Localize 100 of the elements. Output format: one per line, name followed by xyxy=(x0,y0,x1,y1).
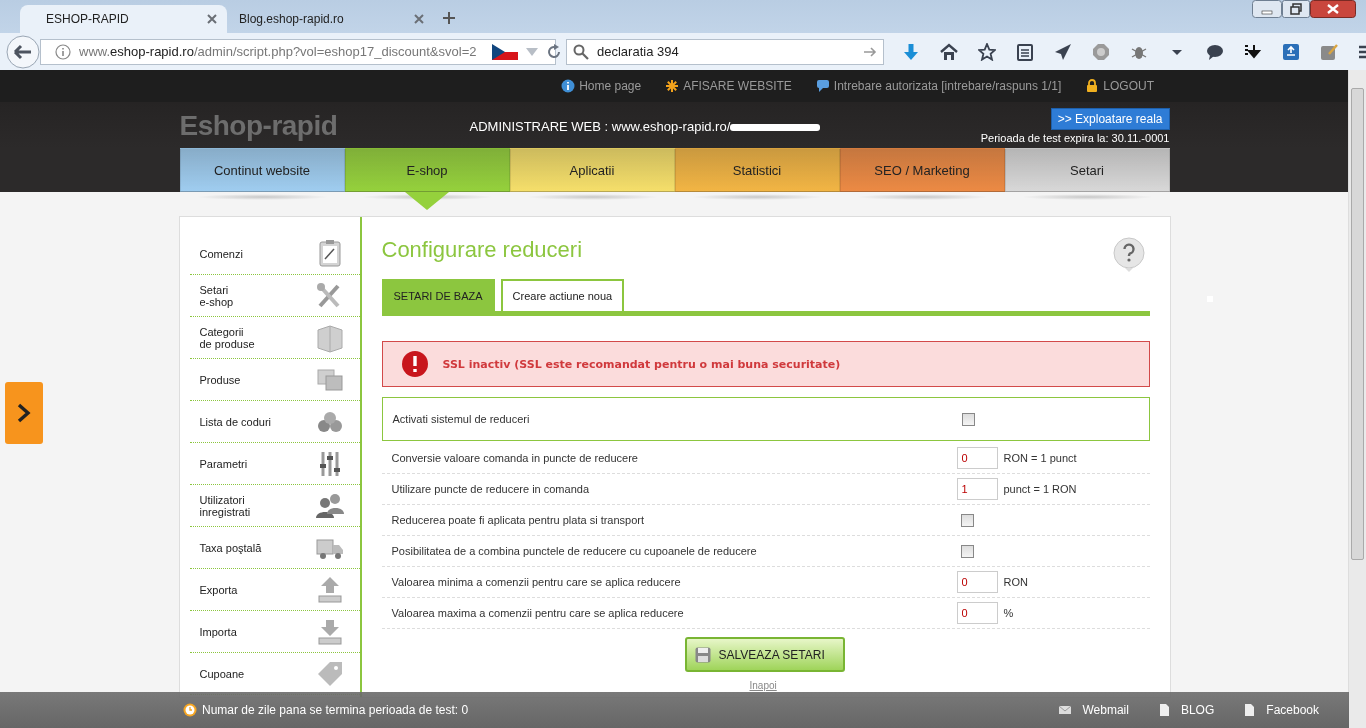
input-field[interactable]: 1 xyxy=(956,478,998,500)
list-icon[interactable] xyxy=(1016,42,1034,61)
info-icon xyxy=(55,43,71,60)
flag-icon xyxy=(492,43,519,60)
nav-tab[interactable]: SEO / Marketing xyxy=(839,148,1005,192)
unit-label: RON xyxy=(1003,576,1028,588)
sidebar-item-label: Lista de coduri xyxy=(199,415,272,428)
tab[interactable]: Creare actiune noua xyxy=(500,279,625,311)
sidebar-item[interactable]: Produse xyxy=(189,359,360,401)
scrollbar[interactable] xyxy=(1348,70,1366,728)
header-link[interactable]: Home page xyxy=(561,79,642,93)
input-field[interactable]: 0 xyxy=(956,602,998,624)
sidebar-item[interactable]: Comenzi xyxy=(189,233,360,275)
maximize-icon[interactable] xyxy=(1282,0,1310,18)
nav-tab[interactable]: Continut website xyxy=(179,148,345,192)
notepad-icon[interactable] xyxy=(1320,42,1338,61)
new-tab-icon[interactable] xyxy=(442,11,456,25)
unit-label: % xyxy=(1003,607,1014,619)
arrow-right-icon[interactable] xyxy=(863,45,877,58)
input-field[interactable]: 0 xyxy=(956,447,998,469)
test-expiry-text: Perioada de test expira la: 30.11.-0001 xyxy=(980,132,1170,144)
back-icon[interactable] xyxy=(6,34,40,69)
sidebar-item[interactable]: Setari e-shop xyxy=(189,275,360,317)
tab[interactable]: SETARI DE BAZA xyxy=(381,279,495,311)
checkbox[interactable] xyxy=(960,544,974,558)
setting-label: Valoarea maxima a comenzii pentru care se aplica reducere xyxy=(391,607,685,619)
info-icon xyxy=(561,79,576,93)
clock-icon xyxy=(183,703,197,717)
download-icon[interactable] xyxy=(902,42,920,61)
lock-icon xyxy=(1085,79,1100,93)
sidebar-item-label: Produse xyxy=(199,373,241,386)
setting-label: Utilizare puncte de reducere in comanda xyxy=(391,483,590,495)
paper-plane-icon[interactable] xyxy=(1054,42,1072,61)
sidebar-item[interactable]: Exporta xyxy=(189,569,360,611)
sidebar-item-label: Cupoane xyxy=(199,667,245,680)
scroll-thumb[interactable] xyxy=(1351,88,1364,560)
search-icon xyxy=(573,43,589,60)
setting-label: Reducerea poate fi aplicata pentru plata si transport xyxy=(391,514,646,526)
reload-icon[interactable] xyxy=(546,43,563,60)
back-link[interactable]: Inapoi xyxy=(749,680,777,691)
close-icon[interactable] xyxy=(207,14,217,24)
page-title: Configurare reduceri xyxy=(381,237,583,263)
sidebar-item-label: Parametri xyxy=(199,457,248,470)
sidebar-item-label: Comenzi xyxy=(199,247,243,260)
pointer-arrow-icon xyxy=(405,192,449,210)
nav-tab[interactable]: E-shop xyxy=(344,148,510,192)
header-link[interactable]: AFISARE WEBSITE xyxy=(665,79,792,93)
sidebar-item-label: Setari e-shop xyxy=(199,283,234,308)
search-field[interactable]: declaratia 394 xyxy=(566,38,884,65)
sidebar-item[interactable]: Parametri xyxy=(189,443,360,485)
admin-label: ADMINISTRARE WEB : www.eshop-rapid.ro/ xyxy=(469,119,731,134)
sidebar-item[interactable]: Categorii de produse xyxy=(189,317,360,359)
header-link[interactable]: Intrebare autorizata [intrebare/raspuns 1/1] xyxy=(815,79,1062,93)
sidebar-item-label: Categorii de produse xyxy=(199,325,255,350)
live-button[interactable]: >> Exploatare reala xyxy=(1050,108,1170,130)
sidebar-item[interactable]: Lista de coduri xyxy=(189,401,360,443)
sidebar-item[interactable]: Importa xyxy=(189,611,360,653)
footer-link[interactable]: Webmail xyxy=(1058,703,1129,717)
sidebar-item-label: Utilizatori inregistrati xyxy=(199,493,251,518)
error-icon xyxy=(400,350,429,378)
unit-label: punct = 1 RON xyxy=(1003,483,1077,495)
setting-label: Valoarea minima a comenzii pentru care se aplica reducere xyxy=(391,576,682,588)
setting-label: Activati sistemul de reduceri xyxy=(392,413,531,425)
download-list-icon[interactable] xyxy=(1244,42,1262,61)
sidebar-item-label: Exporta xyxy=(199,583,238,596)
setting-label: Posibilitatea de a combina punctele de reducere cu cupoanele de reducere xyxy=(391,545,758,557)
envelope-icon xyxy=(1058,703,1073,717)
checkbox[interactable] xyxy=(961,412,975,426)
chevron-right-icon xyxy=(17,403,31,423)
sidebar-item[interactable]: Taxa poştală xyxy=(189,527,360,569)
browser-tab[interactable]: ESHOP-RAPID xyxy=(20,5,227,33)
tab-title: Blog.eshop-rapid.ro xyxy=(239,12,344,26)
chat-icon[interactable] xyxy=(1206,42,1224,61)
help-icon[interactable] xyxy=(1111,237,1146,273)
url-text: www.eshop-rapid.ro/admin/script.php?vol=eshop17_discount&svol=2 xyxy=(79,44,477,59)
footer-link[interactable]: BLOG xyxy=(1156,703,1215,717)
logo: Eshop-rapid xyxy=(179,109,339,142)
browser-tab[interactable]: Blog.eshop-rapid.ro xyxy=(227,5,434,33)
speech-bubble-icon xyxy=(815,79,830,93)
home-icon[interactable] xyxy=(940,42,958,61)
document-icon xyxy=(1242,703,1257,717)
setting-label: Conversie valoare comanda in puncte de reducere xyxy=(391,452,639,464)
sidebar-item[interactable]: Utilizatori inregistrati xyxy=(189,485,360,527)
share-icon[interactable] xyxy=(1282,42,1300,61)
unit-label: RON = 1 punct xyxy=(1003,452,1077,464)
save-button[interactable]: SALVEAZA SETARI xyxy=(684,637,845,672)
star-icon[interactable] xyxy=(978,42,996,61)
sidebar-item-label: Importa xyxy=(199,625,237,638)
nav-tab[interactable]: Setari xyxy=(1004,148,1170,192)
alert-message: SSL inactiv (SSL este recomandat pentru o mai buna securitate) xyxy=(442,357,841,371)
sidebar-item-label: Taxa poştală xyxy=(199,541,262,554)
asterisk-icon xyxy=(665,79,680,93)
input-field[interactable]: 0 xyxy=(956,571,998,593)
footer-link[interactable]: Facebook xyxy=(1242,703,1319,717)
side-panel-toggle[interactable] xyxy=(5,382,43,444)
checkbox[interactable] xyxy=(960,513,974,527)
close-icon[interactable] xyxy=(1310,0,1356,18)
nav-tab[interactable]: Aplicatii xyxy=(509,148,675,192)
nav-tab[interactable]: Statistici xyxy=(674,148,840,192)
header-link[interactable]: LOGOUT xyxy=(1085,79,1154,93)
